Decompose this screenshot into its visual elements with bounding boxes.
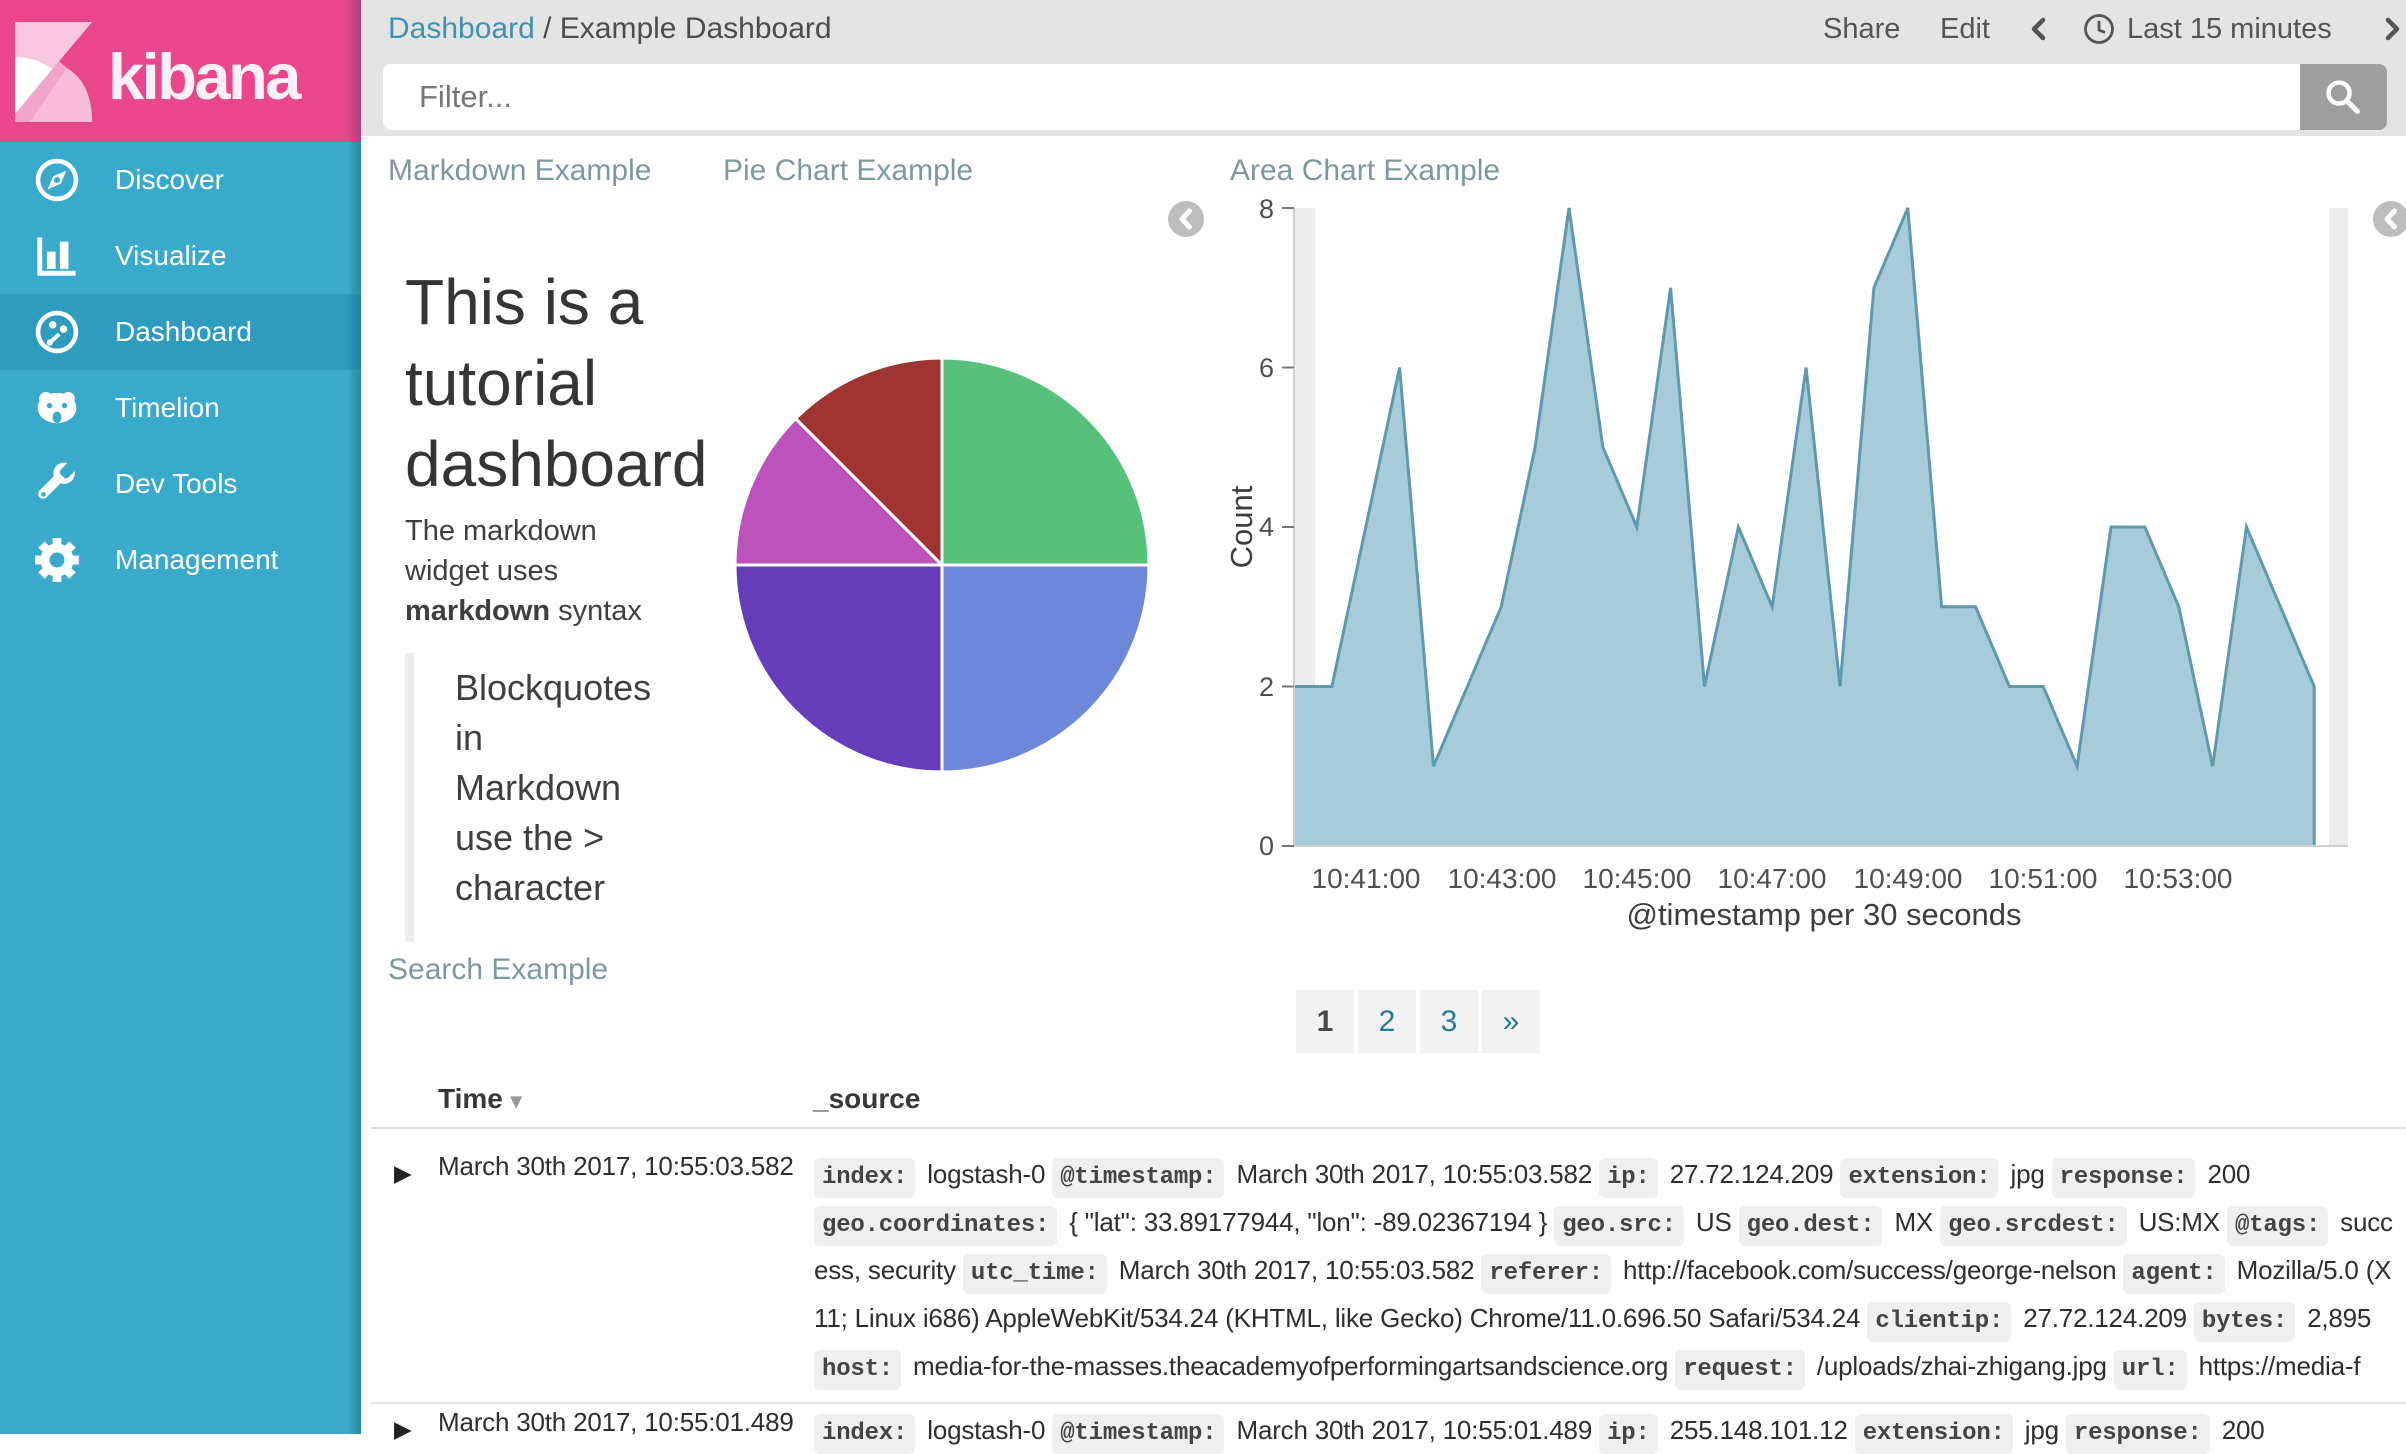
svg-text:10:41:00: 10:41:00	[1312, 863, 1421, 894]
svg-text:0: 0	[1259, 831, 1274, 861]
svg-text:10:49:00: 10:49:00	[1854, 863, 1963, 894]
svg-text:10:43:00: 10:43:00	[1448, 863, 1557, 894]
svg-text:10:47:00: 10:47:00	[1718, 863, 1827, 894]
svg-text:10:51:00: 10:51:00	[1989, 863, 2098, 894]
svg-text:8: 8	[1259, 194, 1274, 224]
svg-text:10:45:00: 10:45:00	[1583, 863, 1692, 894]
svg-text:2: 2	[1259, 672, 1274, 702]
svg-text:@timestamp per 30 seconds: @timestamp per 30 seconds	[1626, 897, 2021, 932]
svg-text:6: 6	[1259, 353, 1274, 383]
svg-text:4: 4	[1259, 512, 1274, 542]
svg-text:Count: Count	[1224, 485, 1259, 568]
svg-text:10:53:00: 10:53:00	[2124, 863, 2233, 894]
